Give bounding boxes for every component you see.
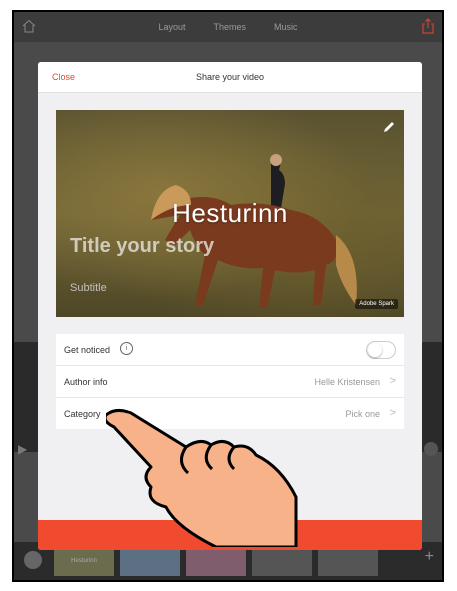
chevron-right-icon: >	[389, 407, 396, 419]
top-bar: Layout Themes Music	[14, 12, 442, 42]
tab-layout[interactable]: Layout	[158, 22, 185, 32]
info-icon[interactable]: i	[120, 342, 133, 355]
share-modal: Close Share your video Hesturinn Title y…	[38, 62, 422, 550]
slide-thumbnail[interactable]	[318, 546, 378, 576]
slide-thumbnail[interactable]: Hesturinn	[54, 546, 114, 576]
slide-thumbnail[interactable]	[186, 546, 246, 576]
slide-thumbnails: Hesturinn	[54, 546, 378, 576]
title-field[interactable]: Title your story	[70, 235, 214, 258]
share-by-email-button[interactable]: Share by email	[38, 520, 422, 550]
settings-list: Get noticed i Author info Helle Kristens…	[56, 334, 404, 429]
modal-header: Close Share your video	[38, 62, 422, 93]
row-label: Author info	[64, 377, 108, 387]
share-icon[interactable]	[422, 18, 434, 34]
home-icon[interactable]	[22, 19, 36, 33]
get-noticed-toggle[interactable]	[366, 341, 396, 359]
background-circle-icon	[424, 442, 438, 456]
horse-rider-image	[151, 154, 357, 308]
get-noticed-row: Get noticed i	[56, 334, 404, 366]
toggle-knob	[368, 343, 382, 357]
play-button[interactable]	[24, 551, 42, 569]
background-play-icon: ▶	[18, 442, 28, 456]
chevron-right-icon: >	[389, 375, 396, 387]
author-info-row[interactable]: Author info Helle Kristensen >	[56, 366, 404, 398]
edit-icon[interactable]	[382, 120, 396, 134]
subtitle-field[interactable]: Subtitle	[70, 282, 107, 294]
row-label: Get noticed	[64, 345, 111, 355]
preview-name: Hesturinn	[172, 198, 288, 228]
row-value: Pick one	[345, 409, 380, 419]
tab-music[interactable]: Music	[274, 22, 298, 32]
device-frame: Layout Themes Music ▶ Hesturinn + Close …	[12, 10, 444, 582]
video-preview[interactable]: Hesturinn Title your story Subtitle Adob…	[56, 110, 404, 317]
add-slide-icon[interactable]: +	[425, 548, 434, 566]
category-row[interactable]: Category Pick one >	[56, 398, 404, 429]
tab-themes[interactable]: Themes	[214, 22, 247, 32]
watermark-text: Adobe Spark	[359, 301, 394, 307]
modal-title: Share your video	[195, 72, 265, 82]
thumb-label: Hesturinn	[71, 558, 97, 564]
adobe-spark-watermark: Adobe Spark	[355, 299, 398, 309]
row-label: Category	[64, 409, 101, 419]
row-value: Helle Kristensen	[314, 377, 380, 387]
slide-thumbnail[interactable]	[120, 546, 180, 576]
slide-thumbnail[interactable]	[252, 546, 312, 576]
